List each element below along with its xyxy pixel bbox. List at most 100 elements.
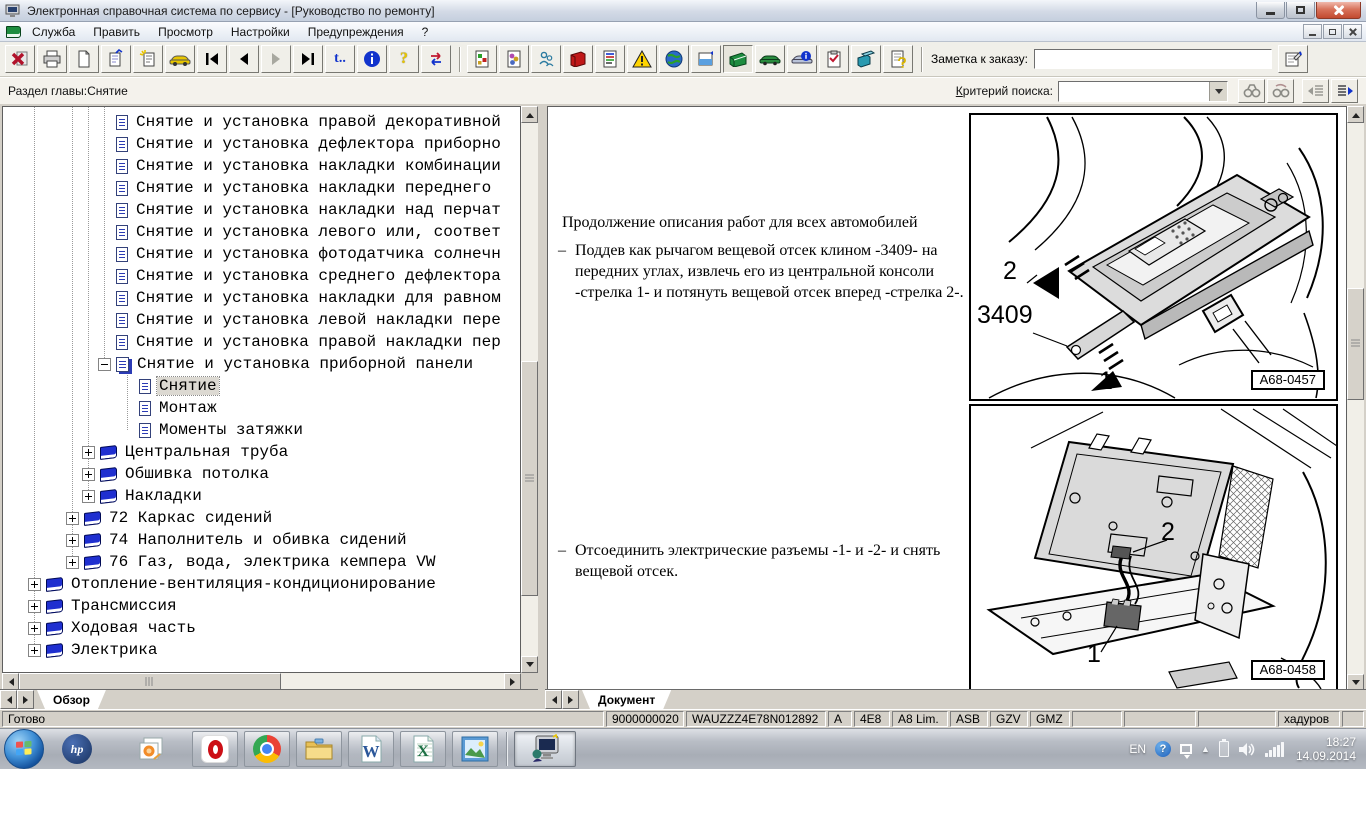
expand-box[interactable] bbox=[82, 446, 95, 459]
tree-item[interactable]: Снятие и установка левой накладки пере bbox=[98, 309, 520, 331]
tray-window-icon[interactable] bbox=[1180, 744, 1192, 754]
nav-forward-button[interactable] bbox=[261, 45, 291, 73]
scroll-up-button[interactable] bbox=[521, 106, 538, 123]
tree-item[interactable]: Отопление-вентиляция-кондиционирование bbox=[28, 573, 520, 595]
tray-help-icon[interactable]: ? bbox=[1155, 741, 1171, 757]
expand-box[interactable] bbox=[28, 622, 41, 635]
tree-item-expanded[interactable]: Снятие и установка приборной панели bbox=[98, 353, 520, 375]
tree-item[interactable]: Снятие и установка накладки переднего bbox=[98, 177, 520, 199]
vehicle-data-button[interactable] bbox=[787, 45, 817, 73]
speaker-icon[interactable] bbox=[1238, 742, 1255, 757]
search-button[interactable] bbox=[1238, 79, 1265, 103]
jump-button[interactable]: t.. bbox=[325, 45, 355, 73]
taskbar-chrome-icon[interactable] bbox=[244, 731, 290, 767]
scroll-right-button[interactable] bbox=[504, 673, 521, 690]
battery-icon[interactable] bbox=[1219, 741, 1229, 757]
tree-item[interactable]: Снятие и установка левого или, соответ bbox=[98, 221, 520, 243]
tree-item[interactable]: Снятие и установка дефлектора приборно bbox=[98, 133, 520, 155]
tree-item[interactable]: Снятие и установка правой декоративной bbox=[98, 111, 520, 133]
tree-item[interactable]: Снятие и установка накладки для равном bbox=[98, 287, 520, 309]
tree-item[interactable]: Трансмиссия bbox=[28, 595, 520, 617]
edit-order-button[interactable] bbox=[101, 45, 131, 73]
search-criteria-combobox[interactable] bbox=[1058, 81, 1228, 102]
online-button[interactable] bbox=[659, 45, 689, 73]
tree-item[interactable]: Снятие и установка накладки над перчат bbox=[98, 199, 520, 221]
order-note-button[interactable] bbox=[1278, 45, 1308, 73]
search-dropdown-button[interactable] bbox=[1209, 82, 1227, 101]
nav-back-button[interactable] bbox=[229, 45, 259, 73]
list-prev-button[interactable] bbox=[1302, 79, 1329, 103]
panel-splitter[interactable] bbox=[538, 104, 545, 709]
menu-help[interactable]: ? bbox=[413, 23, 438, 41]
print-button[interactable] bbox=[37, 45, 67, 73]
document-system-icon[interactable] bbox=[6, 26, 21, 38]
mdi-close-button[interactable] bbox=[1343, 24, 1362, 39]
scrollbar-thumb[interactable] bbox=[521, 361, 538, 596]
info-button[interactable] bbox=[357, 45, 387, 73]
green-car-button[interactable] bbox=[755, 45, 785, 73]
scrollbar-thumb[interactable] bbox=[19, 673, 281, 690]
taskbar-explorer-icon[interactable] bbox=[296, 731, 342, 767]
taskbar-opera-icon[interactable] bbox=[192, 731, 238, 767]
catalog-button[interactable] bbox=[467, 45, 497, 73]
exit-button[interactable] bbox=[5, 45, 35, 73]
tree-vertical-scrollbar[interactable] bbox=[521, 106, 538, 673]
expand-box[interactable] bbox=[82, 490, 95, 503]
warnings-button[interactable] bbox=[627, 45, 657, 73]
tree-horizontal-scrollbar[interactable] bbox=[2, 673, 521, 690]
tree-item[interactable]: Снятие и установка фотодатчика солнечн bbox=[98, 243, 520, 265]
expand-box[interactable] bbox=[66, 512, 79, 525]
customers-button[interactable] bbox=[531, 45, 561, 73]
tab-document[interactable]: Документ bbox=[582, 690, 671, 709]
taskbar-hp-icon[interactable]: hp bbox=[54, 731, 100, 767]
taskbar-excel-icon[interactable]: X bbox=[400, 731, 446, 767]
scroll-down-button[interactable] bbox=[521, 656, 538, 673]
tree-item-selected[interactable]: Снятие bbox=[121, 375, 520, 397]
scrollbar-thumb[interactable] bbox=[1347, 288, 1364, 400]
show-hidden-icons[interactable]: ▲ bbox=[1201, 744, 1210, 754]
menu-pravit[interactable]: Править bbox=[84, 23, 149, 41]
tree-item[interactable]: Снятие и установка правой накладки пер bbox=[98, 331, 520, 353]
tree-item[interactable]: Ходовая часть bbox=[28, 617, 520, 639]
help-button[interactable]: ? bbox=[389, 45, 419, 73]
tab-scroll-right-button[interactable] bbox=[17, 690, 34, 709]
nav-first-button[interactable] bbox=[197, 45, 227, 73]
repair-manual-button[interactable] bbox=[723, 45, 753, 73]
vehicle-button[interactable] bbox=[165, 45, 195, 73]
menu-prosmotr[interactable]: Просмотр bbox=[149, 23, 222, 41]
doc-help-button[interactable] bbox=[883, 45, 913, 73]
minimize-button[interactable] bbox=[1256, 2, 1285, 19]
order-note-input[interactable] bbox=[1034, 49, 1272, 69]
tree-item[interactable]: Обшивка потолка bbox=[82, 463, 520, 485]
network-signal-icon[interactable] bbox=[1264, 742, 1284, 757]
bulletins-button[interactable] bbox=[595, 45, 625, 73]
manual-button[interactable] bbox=[563, 45, 593, 73]
new-order-button[interactable] bbox=[133, 45, 163, 73]
tree-item[interactable]: Центральная труба bbox=[82, 441, 520, 463]
menu-preduprezhdeniya[interactable]: Предупреждения bbox=[299, 23, 413, 41]
list-next-button[interactable] bbox=[1331, 79, 1358, 103]
search-criteria-input[interactable] bbox=[1059, 82, 1209, 101]
library-button[interactable] bbox=[851, 45, 881, 73]
maximize-button[interactable] bbox=[1286, 2, 1315, 19]
scroll-left-button[interactable] bbox=[2, 673, 19, 690]
expand-box[interactable] bbox=[82, 468, 95, 481]
menu-nastroyki[interactable]: Настройки bbox=[222, 23, 299, 41]
parts-button[interactable] bbox=[499, 45, 529, 73]
tab-scroll-left-button[interactable] bbox=[0, 690, 17, 709]
document-vertical-scrollbar[interactable] bbox=[1347, 106, 1364, 691]
scroll-up-button[interactable] bbox=[1347, 106, 1364, 123]
tree-item[interactable]: Моменты затяжки bbox=[121, 419, 520, 441]
tray-clock[interactable]: 18:27 14.09.2014 bbox=[1296, 735, 1356, 763]
start-button[interactable] bbox=[4, 729, 44, 769]
tree-item[interactable]: Монтаж bbox=[121, 397, 520, 419]
nav-last-button[interactable] bbox=[293, 45, 323, 73]
taskbar-elsawin-active-window[interactable] bbox=[514, 731, 576, 767]
expand-box[interactable] bbox=[28, 644, 41, 657]
taskbar-word-icon[interactable]: W bbox=[348, 731, 394, 767]
tree-item[interactable]: Накладки bbox=[82, 485, 520, 507]
close-button[interactable] bbox=[1316, 2, 1361, 19]
language-indicator[interactable]: EN bbox=[1129, 742, 1146, 756]
expand-box[interactable] bbox=[28, 600, 41, 613]
swap-button[interactable] bbox=[421, 45, 451, 73]
